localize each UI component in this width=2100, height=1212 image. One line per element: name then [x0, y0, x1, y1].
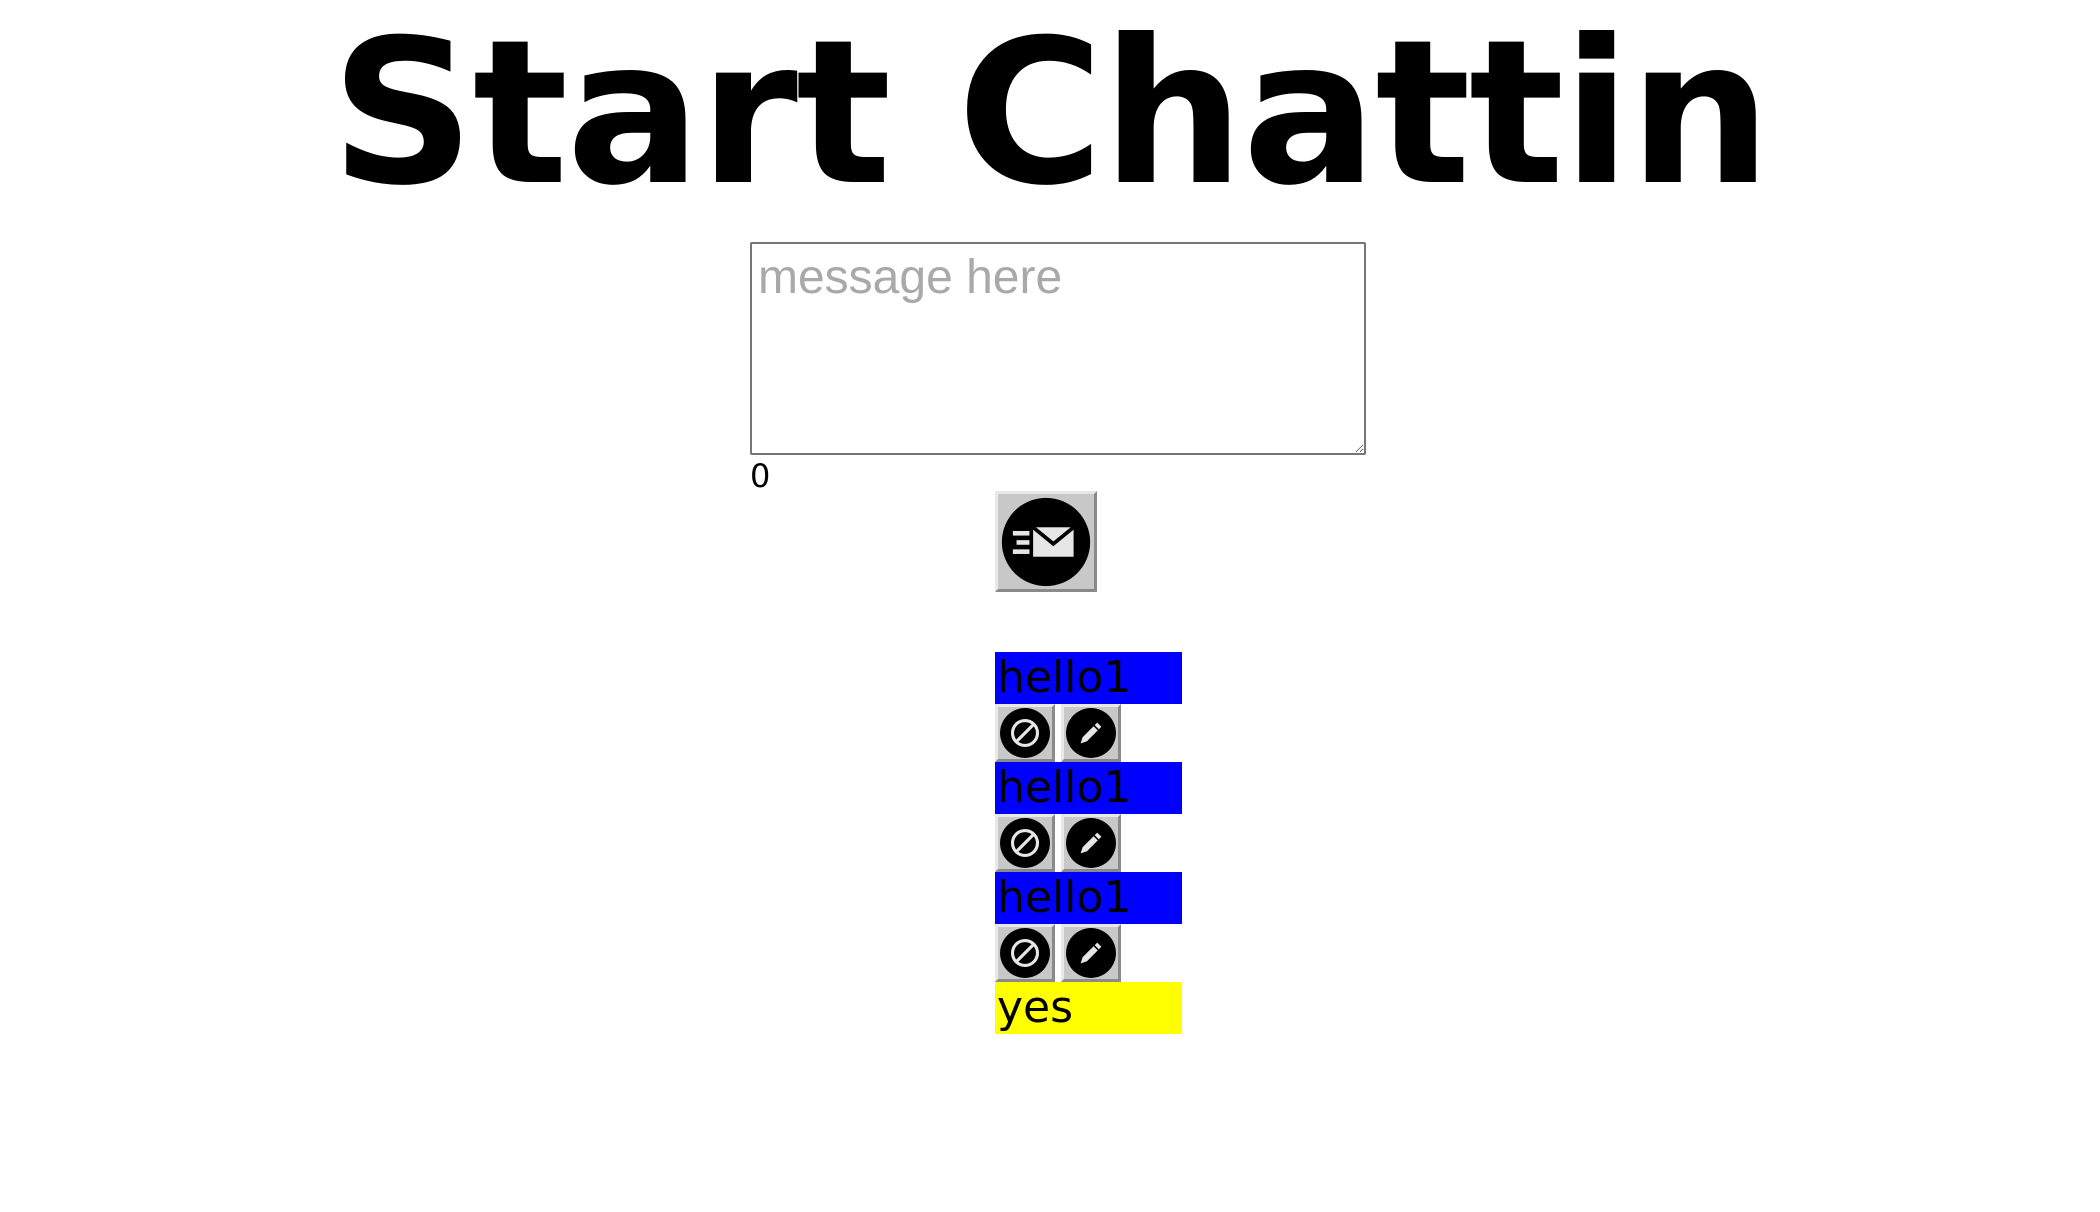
message-item: hello1	[995, 872, 1182, 982]
send-button[interactable]	[995, 491, 1097, 592]
pencil-icon	[1066, 708, 1116, 758]
pencil-icon	[1066, 818, 1116, 868]
message-input[interactable]	[750, 242, 1366, 455]
pencil-icon	[1066, 928, 1116, 978]
message-actions	[995, 704, 1182, 762]
page-title: Start Chattin	[330, 0, 1772, 230]
send-mail-icon	[1001, 497, 1091, 586]
message-actions	[995, 924, 1182, 982]
edit-button[interactable]	[1061, 924, 1121, 982]
delete-button[interactable]	[995, 814, 1055, 872]
block-icon	[1000, 708, 1050, 758]
delete-button[interactable]	[995, 704, 1055, 762]
character-count: 0	[750, 457, 771, 495]
message-item: hello1	[995, 762, 1182, 872]
message-text: hello1	[995, 762, 1182, 814]
message-list: hello1 hello1 hello1 yes	[995, 652, 1182, 1034]
delete-button[interactable]	[995, 924, 1055, 982]
message-text: hello1	[995, 652, 1182, 704]
block-icon	[1000, 818, 1050, 868]
message-item: yes	[995, 982, 1182, 1034]
message-text: yes	[995, 982, 1182, 1034]
message-text: hello1	[995, 872, 1182, 924]
edit-button[interactable]	[1061, 814, 1121, 872]
message-actions	[995, 814, 1182, 872]
edit-button[interactable]	[1061, 704, 1121, 762]
message-item: hello1	[995, 652, 1182, 762]
block-icon	[1000, 928, 1050, 978]
